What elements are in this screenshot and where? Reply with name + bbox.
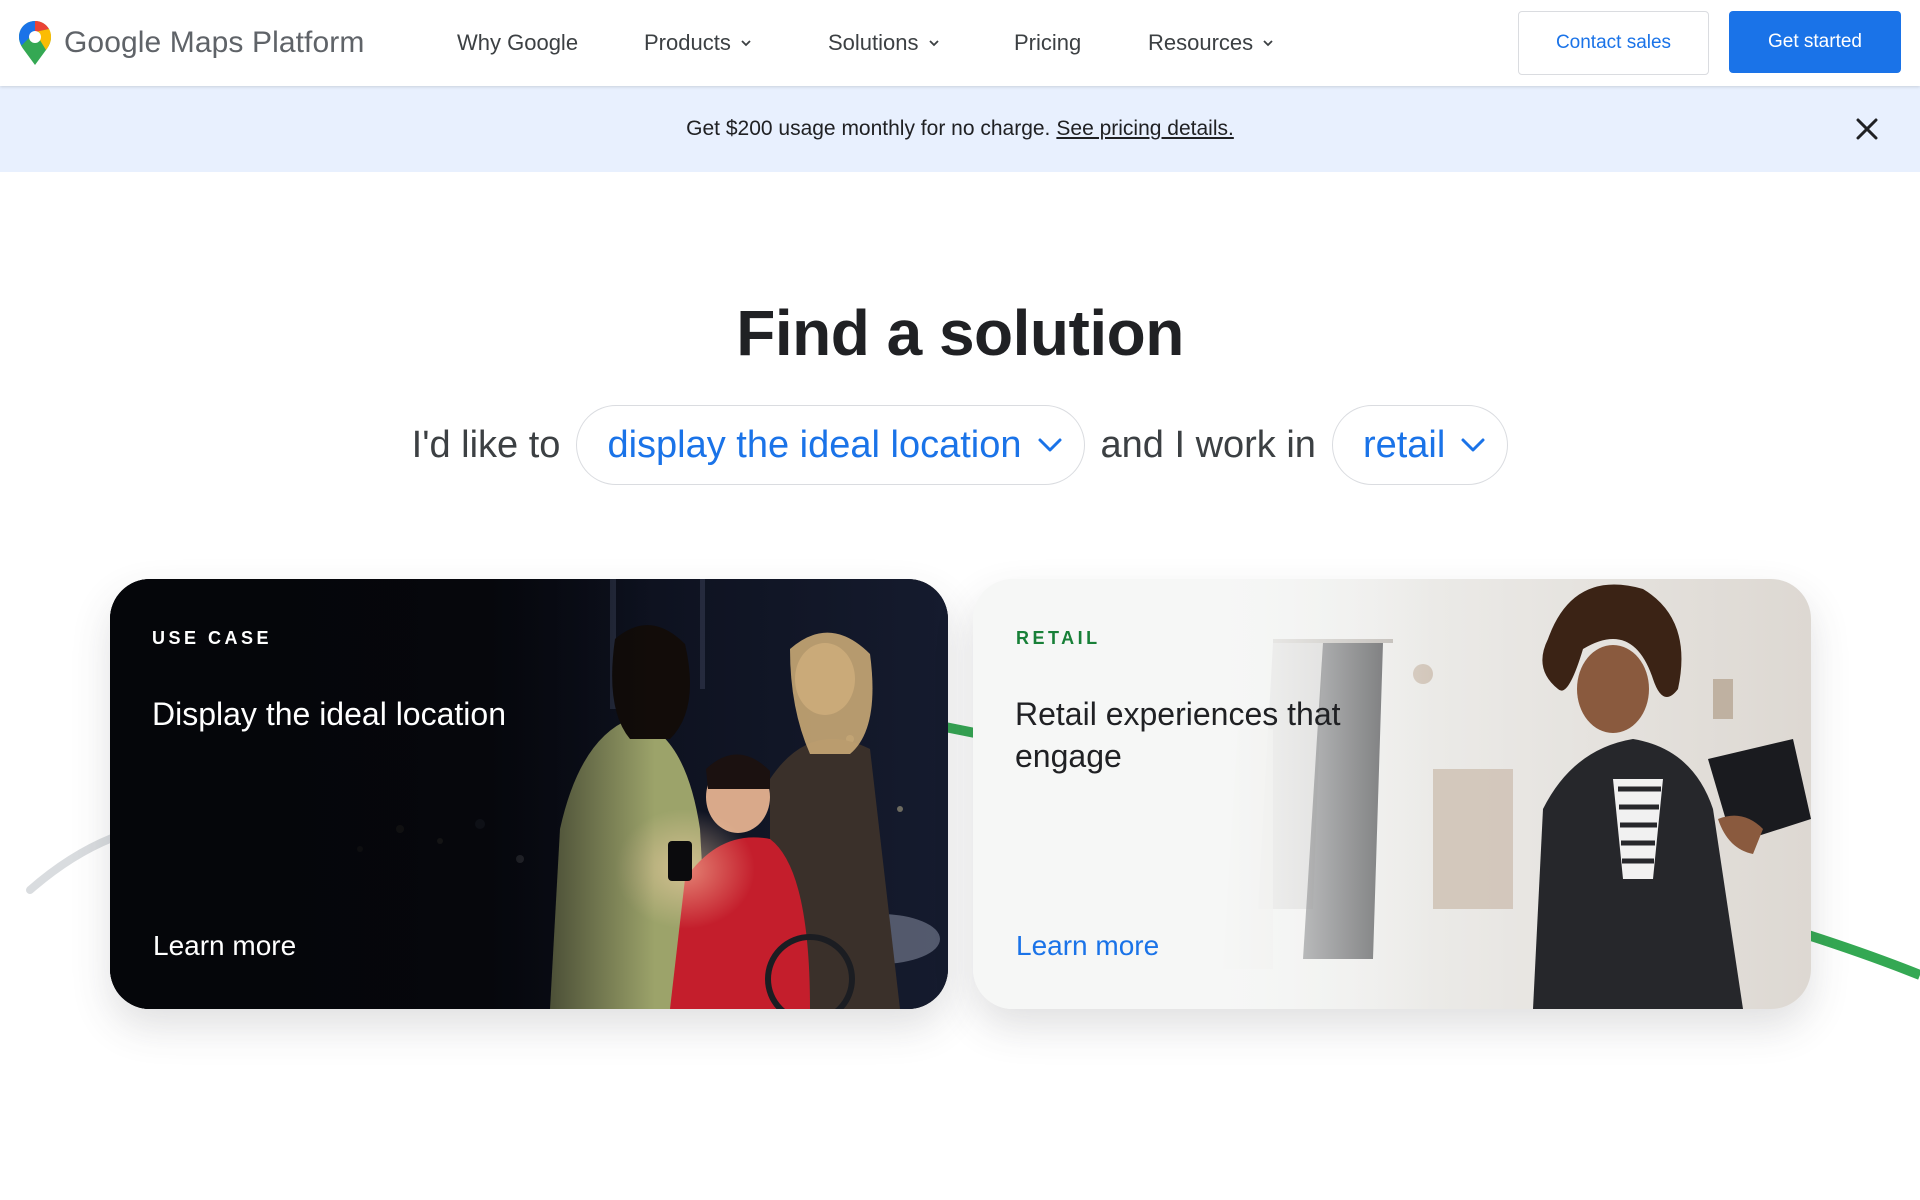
nav-resources[interactable]: Resources [1148, 26, 1275, 60]
promo-banner: Get $200 usage monthly for no charge. Se… [0, 86, 1920, 172]
learn-more-link[interactable]: Learn more [153, 930, 296, 962]
card-heading: Retail experiences that engage [1015, 696, 1341, 774]
learn-more-link[interactable]: Learn more [1016, 930, 1159, 962]
nav-products[interactable]: Products [644, 26, 753, 60]
card-heading: Display the ideal location [152, 696, 506, 732]
nav-solutions[interactable]: Solutions [828, 26, 941, 60]
industry-dropdown-value: retail [1362, 423, 1446, 466]
nav-products-label: Products [644, 30, 731, 55]
nav-solutions-label: Solutions [828, 30, 919, 55]
top-nav: Google Maps Platform Why Google Products… [0, 0, 1920, 86]
green-connector-line [944, 722, 976, 738]
solution-finder: I'd like to display the ideal location a… [0, 404, 1920, 486]
nav-why-google[interactable]: Why Google [457, 26, 578, 60]
brand-name: Google Maps Platform [64, 26, 365, 59]
get-started-button[interactable]: Get started [1729, 11, 1901, 73]
goal-dropdown-value: display the ideal location [607, 423, 1022, 466]
industry-dropdown[interactable]: retail [1331, 405, 1509, 485]
page-title: Find a solution [736, 297, 1184, 369]
promo-text: Get $200 usage monthly for no charge. [686, 117, 1051, 140]
maps-pin-logo-icon [19, 21, 51, 65]
nav-why-google-label: Why Google [457, 30, 579, 55]
brand-logo-link[interactable]: Google Maps Platform [18, 20, 364, 66]
close-icon[interactable] [1852, 114, 1882, 144]
nav-pricing-label: Pricing [1014, 30, 1082, 55]
finder-prefix: I'd like to [411, 423, 561, 466]
finder-middle: and I work in [1100, 423, 1316, 466]
grey-swoosh-line [26, 834, 116, 894]
nav-resources-label: Resources [1148, 30, 1254, 55]
green-swoosh-line [1806, 930, 1920, 980]
chevron-down-icon [928, 40, 939, 47]
contact-sales-button[interactable]: Contact sales [1518, 11, 1709, 75]
goal-dropdown[interactable]: display the ideal location [576, 405, 1085, 485]
card-eyebrow: USE CASE [152, 628, 273, 648]
chevron-down-icon [1263, 40, 1273, 47]
chevron-down-icon [1038, 438, 1061, 452]
page: Google Maps Platform Why Google Products… [0, 0, 1920, 1200]
nav-pricing[interactable]: Pricing [1014, 26, 1081, 60]
pricing-details-link[interactable]: See pricing details. [1056, 117, 1233, 141]
use-case-card[interactable]: USE CASE Display the ideal location Lear… [110, 579, 948, 1009]
card-eyebrow: RETAIL [1016, 628, 1101, 648]
chevron-down-icon [741, 40, 751, 47]
retail-card[interactable]: RETAIL Retail experiences that engage Le… [973, 579, 1811, 1009]
chevron-down-icon [1461, 438, 1485, 452]
